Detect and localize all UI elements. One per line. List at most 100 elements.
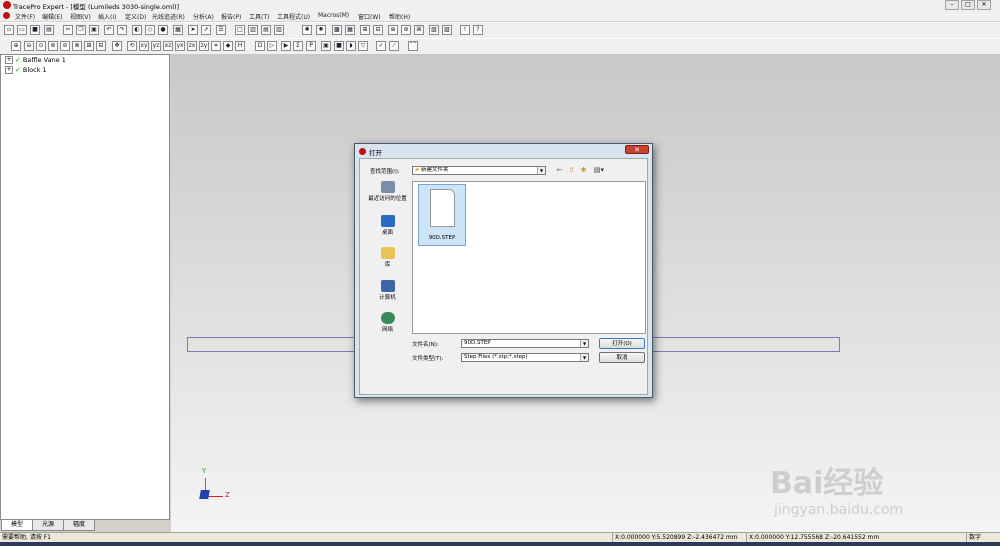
new-file-icon[interactable]: ▫ [4, 25, 14, 35]
place-network[interactable]: 网络 [365, 312, 410, 333]
maximize-button[interactable]: □ [961, 0, 975, 10]
trace-rays-icon[interactable]: ✺ [302, 25, 312, 35]
zoom-prev-icon[interactable]: ⊘ [60, 41, 70, 51]
tab-source[interactable]: 光源 [32, 520, 64, 531]
place-desktop[interactable]: 桌面 [365, 215, 410, 236]
select-surface-icon[interactable]: ➚ [201, 25, 211, 35]
filename-input[interactable]: 90D.STEP ▼ [461, 339, 589, 348]
view-zy-icon[interactable]: zy [199, 41, 209, 51]
menu-tools[interactable]: 工具(T) [249, 12, 269, 21]
print-icon[interactable]: ▤ [44, 25, 54, 35]
polarization-icon[interactable]: ⊟ [373, 25, 383, 35]
define-source-icon[interactable]: Σ [293, 41, 303, 51]
place-computer[interactable]: 计算机 [365, 280, 410, 301]
zoom-out-icon[interactable]: ⊖ [24, 41, 34, 51]
window-single-icon[interactable]: □ [235, 25, 245, 35]
new-folder-icon[interactable]: ✱ [579, 166, 588, 175]
zoom-all-icon[interactable]: ⊚ [48, 41, 58, 51]
tree-item-baffle-vane[interactable]: + ✓ Baffle Vane 1 [5, 56, 66, 66]
menu-macros[interactable]: Macros(M) [318, 12, 349, 19]
lookin-combo[interactable]: ▰ 新建文件夹 ▼ [412, 166, 546, 175]
redo-icon[interactable]: ↷ [117, 25, 127, 35]
properties-icon[interactable]: ☰ [216, 25, 226, 35]
paste-icon[interactable]: ▣ [89, 25, 99, 35]
close-button[interactable]: ✕ [977, 0, 991, 10]
report-icon[interactable]: ▧ [429, 25, 439, 35]
insert-block-icon[interactable]: ▣ [321, 41, 331, 51]
insert-reflector-icon[interactable]: ▽ [358, 41, 368, 51]
zoom-extent-icon[interactable]: ⊞ [84, 41, 94, 51]
expand-icon[interactable]: + [5, 56, 13, 64]
menu-insert[interactable]: 插入(I) [98, 12, 116, 21]
wireframe-icon[interactable]: ◇ [145, 25, 155, 35]
window-tile-v-icon[interactable]: ▥ [274, 25, 284, 35]
rotate-icon[interactable]: ⟲ [127, 41, 137, 51]
view-xy-icon[interactable]: xy [139, 41, 149, 51]
back-icon[interactable]: ← [555, 166, 564, 175]
window-cascade-icon[interactable]: ▥ [248, 25, 258, 35]
define-prop-icon[interactable]: ▶ [281, 41, 291, 51]
menu-help[interactable]: 帮助(H) [389, 12, 410, 21]
pan-icon[interactable]: ✥ [112, 41, 122, 51]
view-xz-icon[interactable]: xz [163, 41, 173, 51]
copy-icon[interactable]: ❐ [76, 25, 86, 35]
menu-raytrace[interactable]: 光线追迹(R) [152, 12, 185, 21]
zoom-fit-icon[interactable]: ⊟ [96, 41, 106, 51]
analysis-icon[interactable]: ⌘ [414, 25, 424, 35]
zoom-in-icon[interactable]: ⊕ [11, 41, 21, 51]
source-icon[interactable]: ⊛ [401, 25, 411, 35]
tab-radiometry[interactable]: 辐度 [63, 520, 95, 531]
undo-icon[interactable]: ↶ [104, 25, 114, 35]
cancel-button[interactable]: 取消 [599, 352, 645, 363]
irradiance-map-icon[interactable]: ▩ [332, 25, 342, 35]
view-yz-icon[interactable]: yz [151, 41, 161, 51]
zoom-selection-icon[interactable]: ⊗ [72, 41, 82, 51]
info-icon[interactable]: ! [460, 25, 470, 35]
raytrace-icon[interactable]: ⊕ [388, 25, 398, 35]
view-custom-icon[interactable]: ⌗ [211, 41, 221, 51]
place-libraries[interactable]: 库 [365, 247, 410, 268]
zoom-window-icon[interactable]: ⊙ [36, 41, 46, 51]
cut-icon[interactable]: ✂ [63, 25, 73, 35]
ray-history-icon[interactable]: ⊞ [360, 25, 370, 35]
check-model-icon[interactable]: ✓ [376, 41, 386, 51]
minimize-button[interactable]: – [945, 0, 959, 10]
expand-icon[interactable]: + [5, 66, 13, 74]
filetype-select[interactable]: Step Files (*.stp;*.step) ▼ [461, 353, 589, 362]
file-item[interactable]: 90D.STEP [418, 184, 466, 246]
trace-options-icon[interactable]: ✹ [316, 25, 326, 35]
menu-view[interactable]: 视图(V) [70, 12, 91, 21]
candela-plot-icon[interactable]: ▦ [345, 25, 355, 35]
select-pointer-icon[interactable]: ➤ [188, 25, 198, 35]
place-recent[interactable]: 最近访问的位置 [365, 181, 410, 202]
menu-window[interactable]: 窗口(W) [358, 12, 381, 21]
chevron-down-icon[interactable]: ▼ [580, 354, 588, 361]
window-tile-h-icon[interactable]: ▤ [261, 25, 271, 35]
menu-utilities[interactable]: 工具程式(U) [277, 12, 310, 21]
insert-lens-icon[interactable]: ◗ [346, 41, 356, 51]
dialog-close-button[interactable]: ✕ [625, 145, 649, 154]
up-folder-icon[interactable]: ⇧ [567, 166, 576, 175]
tree-item-block[interactable]: + ✓ Block 1 [5, 66, 47, 76]
menu-edit[interactable]: 编辑(E) [42, 12, 62, 21]
chevron-down-icon[interactable]: ▼ [580, 340, 588, 347]
context-help-icon[interactable]: ? [473, 25, 483, 35]
menu-file[interactable]: 文件(F) [15, 12, 35, 21]
insert-cylinder-icon[interactable]: ■ [334, 41, 344, 51]
shaded-icon[interactable]: ● [158, 25, 168, 35]
tab-model[interactable]: 模型 [1, 520, 33, 531]
define-material-icon[interactable]: ▷ [267, 41, 277, 51]
view-iso-icon[interactable]: yx [175, 41, 185, 51]
menu-report[interactable]: 报告(P) [221, 12, 241, 21]
hidden-line-icon[interactable]: H [235, 41, 245, 51]
save-icon[interactable]: ■ [30, 25, 40, 35]
render-icon[interactable]: ◐ [132, 25, 142, 35]
layer-icon[interactable]: ▦ [173, 25, 183, 35]
file-list[interactable]: 90D.STEP [412, 181, 646, 334]
view-menu-icon[interactable]: ▤▾ [592, 166, 606, 175]
graph-icon[interactable]: ⌒ [408, 41, 418, 51]
chart-icon[interactable]: ▨ [442, 25, 452, 35]
measure-icon[interactable]: ⟋ [389, 41, 399, 51]
define-surface-icon[interactable]: D [255, 41, 265, 51]
define-port-icon[interactable]: P [306, 41, 316, 51]
